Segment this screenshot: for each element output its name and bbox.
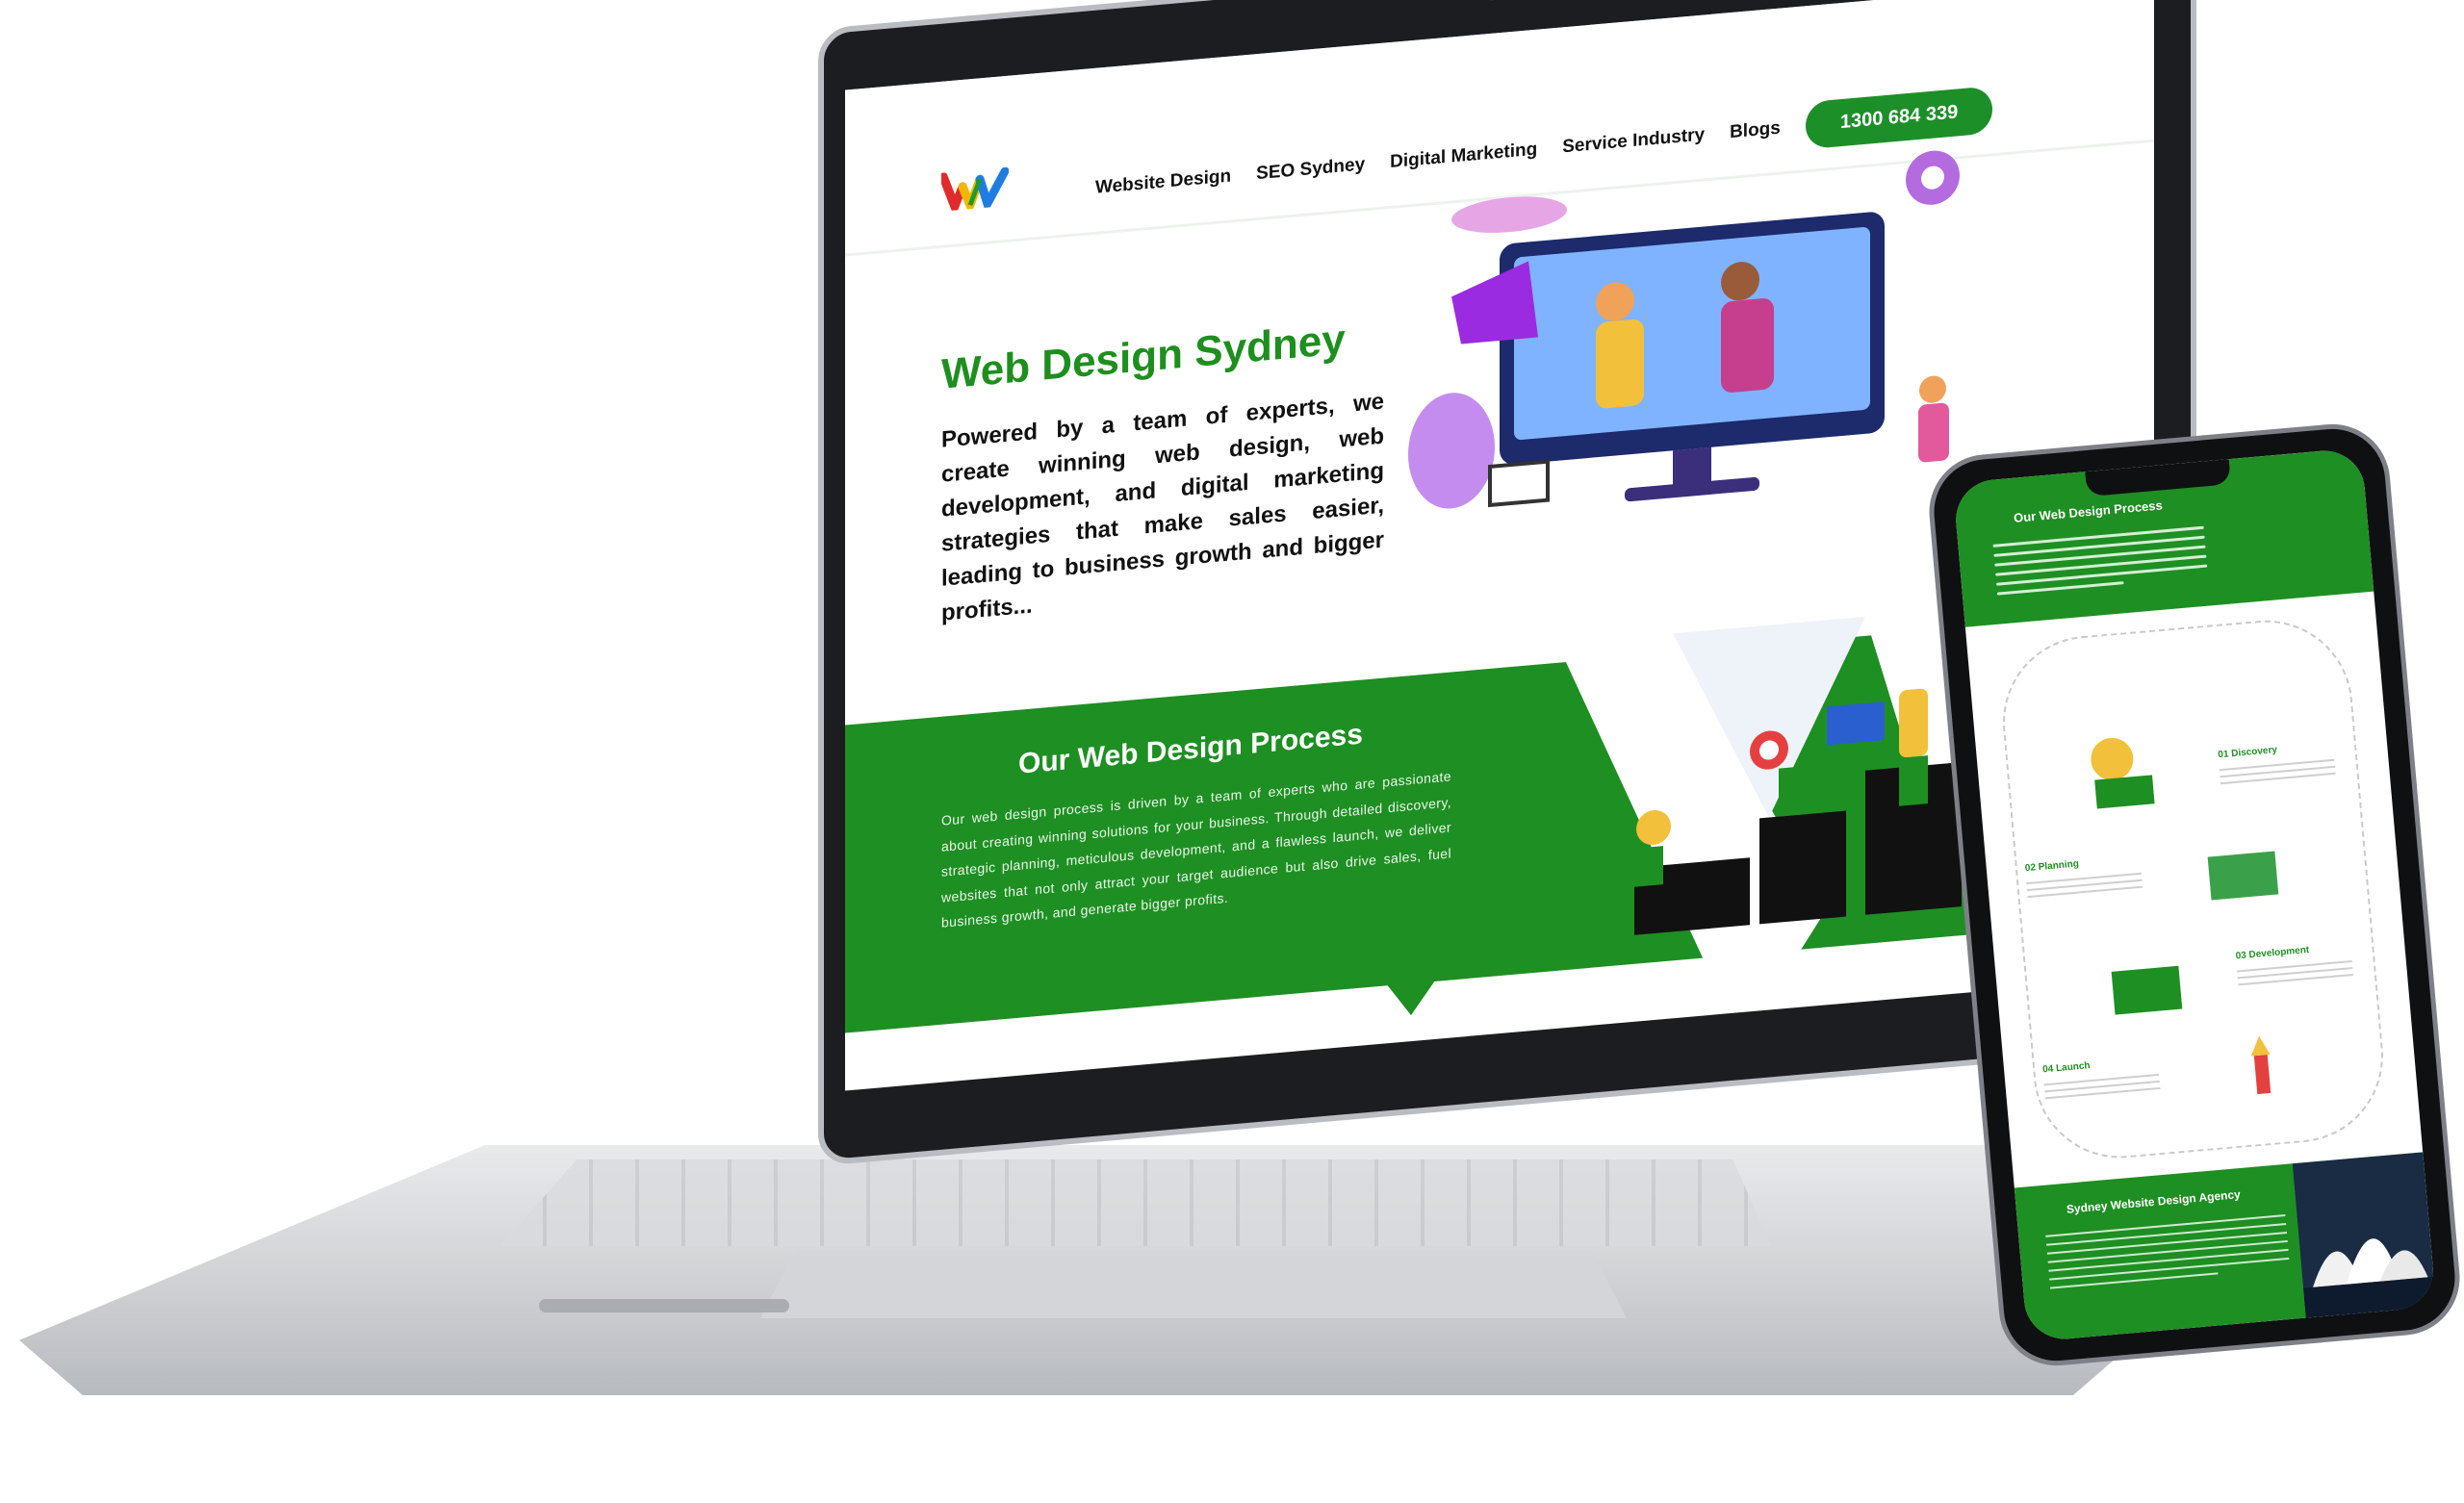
phone-device: Our Web Design Process 01 Discovery 02 P… [1924,419,2464,1371]
phone-screen: Our Web Design Process 01 Discovery 02 P… [1952,447,2437,1342]
phone-step-illustrations [2091,737,2279,1095]
device-mockup-scene: Website Design SEO Sydney Digital Market… [0,0,2464,1503]
laptop-lid-notch [539,1299,789,1312]
band-pointer [1384,976,1438,1018]
nav-blogs[interactable]: Blogs [1730,117,1781,143]
laptop-keyboard [500,1159,1771,1246]
camera-icon [1488,0,1496,2]
nav-service-industry[interactable]: Service Industry [1562,124,1705,158]
hero-illustration [1408,150,1960,509]
hero-title: Web Design Sydney [941,316,1346,398]
logo-w-icon[interactable] [941,166,1009,212]
nav-website-design[interactable]: Website Design [1095,166,1231,198]
phone-opera-house-image [2292,1152,2437,1318]
nav-digital-marketing[interactable]: Digital Marketing [1390,139,1537,172]
nav-seo-sydney[interactable]: SEO Sydney [1256,154,1365,185]
laptop-trackpad [760,1251,1627,1318]
hero-text: Powered by a team of experts, we create … [941,388,1384,626]
